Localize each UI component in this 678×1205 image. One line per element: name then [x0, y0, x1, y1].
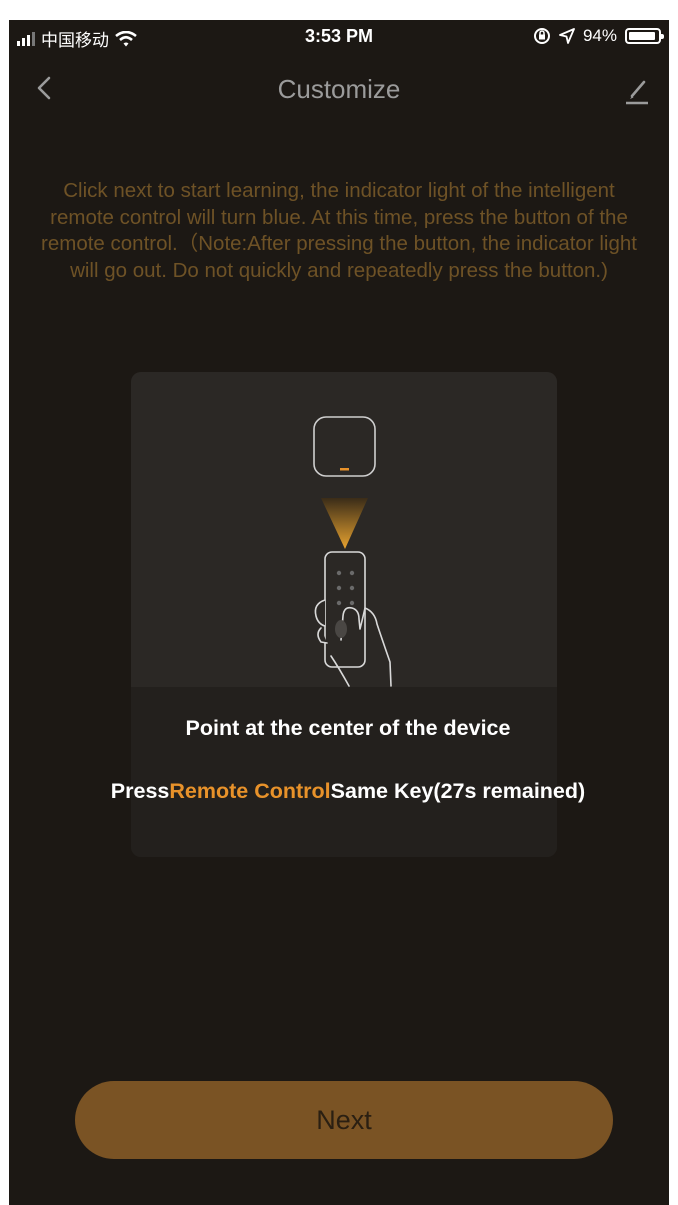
battery-icon: [625, 28, 664, 44]
app-screen: 中国移动 3:53 PM 94% Customize Click next to…: [9, 20, 669, 1205]
press-prefix: Press: [110, 779, 170, 803]
pencil-icon: [626, 80, 648, 105]
press-instruction: PressRemote ControlSame Key(27s remained…: [18, 779, 669, 804]
card-footer: [131, 687, 557, 857]
location-icon: [559, 28, 575, 44]
signal-beam-icon: [321, 498, 368, 549]
learning-instructions: Click next to start learning, the indica…: [41, 179, 637, 282]
remote-in-hand-icon: [314, 551, 392, 687]
page-title: Customize: [277, 74, 401, 104]
nav-bar: Customize: [9, 60, 669, 116]
press-suffix: Same Key(27s remained): [330, 779, 586, 803]
point-instruction: Point at the center of the device: [185, 716, 511, 740]
orientation-lock-icon: [533, 28, 550, 44]
hub-device-icon: [313, 416, 376, 477]
remote-control-highlight: Remote Control: [169, 779, 331, 803]
status-bar: 中国移动 3:53 PM 94%: [9, 20, 669, 54]
illustration-area: [131, 372, 557, 687]
status-right: 94%: [533, 26, 664, 46]
learning-illustration: [313, 416, 392, 687]
next-button[interactable]: Next: [75, 1081, 613, 1159]
battery-percent: 94%: [582, 26, 617, 45]
edit-button[interactable]: [619, 72, 655, 108]
